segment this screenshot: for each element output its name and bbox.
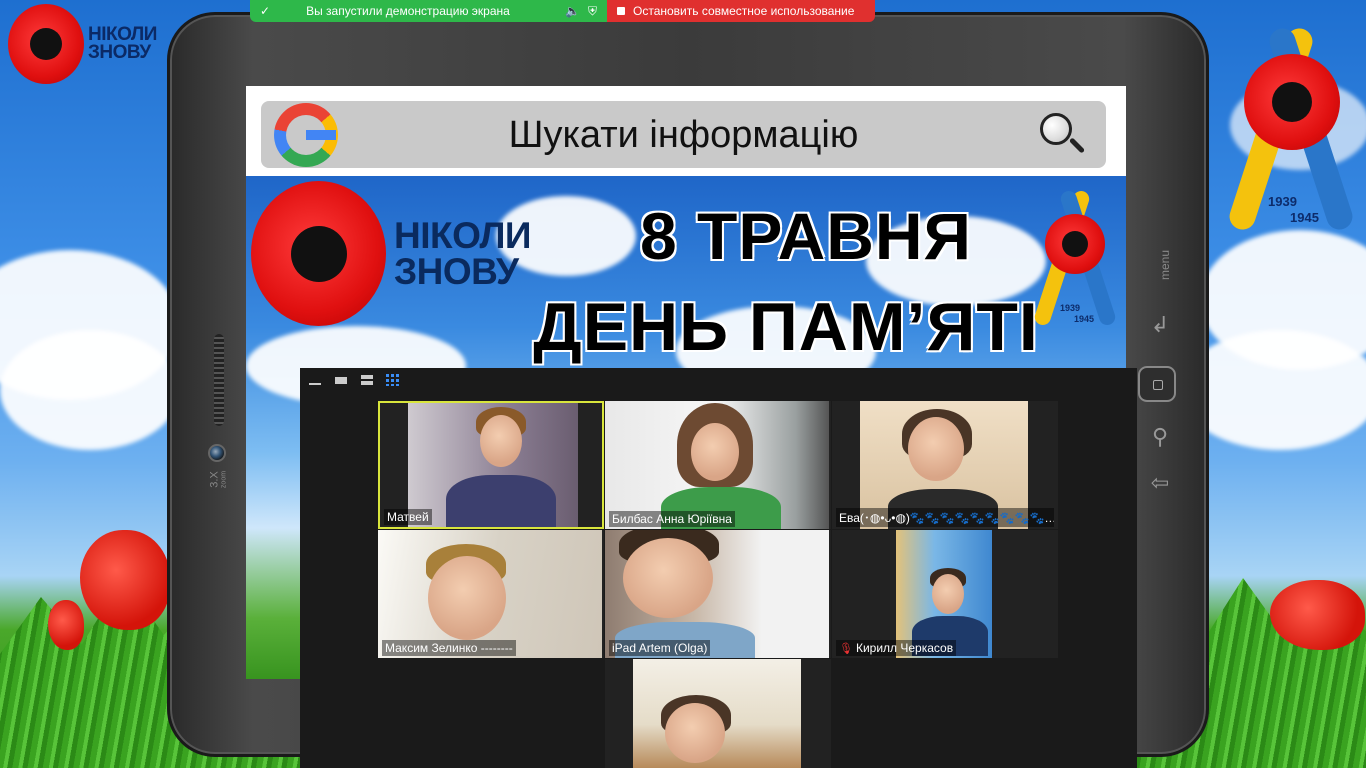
audio-icon[interactable]: 🔈 bbox=[565, 4, 580, 18]
poppy-flower bbox=[1270, 580, 1365, 650]
camera-lens bbox=[208, 444, 226, 462]
zoom-label: 3.X zoom bbox=[209, 465, 228, 495]
banner-year-start: 1939 bbox=[1060, 303, 1081, 313]
share-indicator-icon: ✓ bbox=[260, 4, 271, 18]
screen-share-bar: ✓ Вы запустили демонстрацию экрана 🔈 ⛨ О… bbox=[250, 0, 875, 22]
banner-logo-line1: НІКОЛИ bbox=[394, 215, 532, 257]
shield-icon: ⛨ bbox=[587, 3, 597, 18]
participant-tile[interactable]: iPad Artem (Olga) bbox=[605, 530, 831, 658]
share-status-text: Вы запустили демонстрацию экрана bbox=[306, 4, 510, 18]
memorial-ribbon: 1939 1945 bbox=[1226, 14, 1358, 233]
logo-line2: ЗНОВУ bbox=[88, 42, 151, 63]
banner-title-day: ДЕНЬ ПАМ’ЯТІ bbox=[533, 289, 1039, 365]
participant-tile[interactable]: Билбас Анна Юріївна bbox=[605, 401, 831, 529]
poppy-icon bbox=[1045, 214, 1105, 274]
poppy-icon bbox=[8, 4, 84, 84]
participant-name: Ева(･◍•ᴗ•◍)🐾🐾🐾🐾🐾🐾🐾🐾🐾… bbox=[836, 508, 1054, 527]
poppy-flower bbox=[80, 530, 170, 630]
speaker-grille bbox=[214, 334, 224, 426]
strip-view-icon[interactable] bbox=[360, 374, 374, 386]
banner-logo: НІКОЛИ ЗНОВУ bbox=[251, 181, 532, 326]
participant-name: Матвей bbox=[384, 509, 432, 525]
banner-ribbon: 1939 1945 bbox=[1032, 188, 1118, 328]
participant-tile[interactable]: Матвей bbox=[378, 401, 604, 529]
mic-muted-icon: 🎙 bbox=[839, 643, 853, 655]
participant-name: iPad Artem (Olga) bbox=[609, 640, 711, 656]
ribbon-year-end: 1945 bbox=[1290, 210, 1319, 225]
participant-name-text: Кирилл Черкасов bbox=[855, 641, 954, 655]
participant-tile[interactable]: Максим Зелинко -------- bbox=[378, 530, 604, 658]
speaker-view-icon[interactable] bbox=[334, 374, 348, 386]
stop-share-label: Остановить совместное использование bbox=[633, 4, 855, 18]
search-area: Шукати інформацію bbox=[246, 86, 1126, 176]
nikoly-znovu-logo: НІКОЛИ ЗНОВУ bbox=[8, 4, 157, 84]
back-icon[interactable]: ⇦ bbox=[1145, 470, 1175, 496]
home-button[interactable] bbox=[1138, 366, 1176, 402]
video-gallery: Матвей Билбас Анна Юріївна Ева(･◍•ᴗ•◍)🐾🐾… bbox=[300, 368, 1137, 768]
banner-title-date: 8 ТРАВНЯ bbox=[639, 199, 972, 273]
stop-icon bbox=[617, 7, 625, 15]
search-text: Шукати інформацію bbox=[508, 114, 859, 156]
poppy-icon bbox=[251, 181, 386, 326]
participant-name: Максим Зелинко -------- bbox=[382, 640, 516, 656]
gallery-view-tools bbox=[308, 374, 400, 386]
cloud bbox=[0, 330, 180, 450]
share-status: ✓ Вы запустили демонстрацию экрана 🔈 ⛨ bbox=[250, 0, 607, 22]
ribbon-year-start: 1939 bbox=[1268, 194, 1297, 209]
zoom-label-small: zoom bbox=[220, 470, 228, 489]
zoom-label-text: 3.X bbox=[208, 471, 221, 488]
minimize-icon[interactable] bbox=[308, 374, 322, 386]
search-icon[interactable]: ⚲ bbox=[1145, 424, 1175, 450]
participant-name: 🎙 Кирилл Черкасов bbox=[836, 640, 957, 656]
search-box[interactable]: Шукати інформацію bbox=[261, 101, 1106, 168]
participant-name: Билбас Анна Юріївна bbox=[609, 511, 735, 527]
participant-tile[interactable]: Ева(･◍•ᴗ•◍)🐾🐾🐾🐾🐾🐾🐾🐾🐾… bbox=[832, 401, 1058, 529]
participant-tile[interactable] bbox=[605, 659, 831, 768]
banner-logo-line2: ЗНОВУ bbox=[394, 250, 519, 292]
gallery-view-icon[interactable] bbox=[386, 374, 400, 386]
menu-label: menu bbox=[1158, 249, 1173, 281]
banner-year-end: 1945 bbox=[1074, 314, 1095, 324]
magnifier-icon[interactable] bbox=[1040, 113, 1086, 157]
participant-tile[interactable]: 🎙 Кирилл Черкасов bbox=[832, 530, 1058, 658]
stop-share-button[interactable]: Остановить совместное использование bbox=[607, 0, 875, 22]
back-arrow-icon[interactable]: ↲ bbox=[1145, 312, 1175, 338]
poppy-flower bbox=[48, 600, 84, 650]
poppy-icon bbox=[1244, 54, 1340, 150]
